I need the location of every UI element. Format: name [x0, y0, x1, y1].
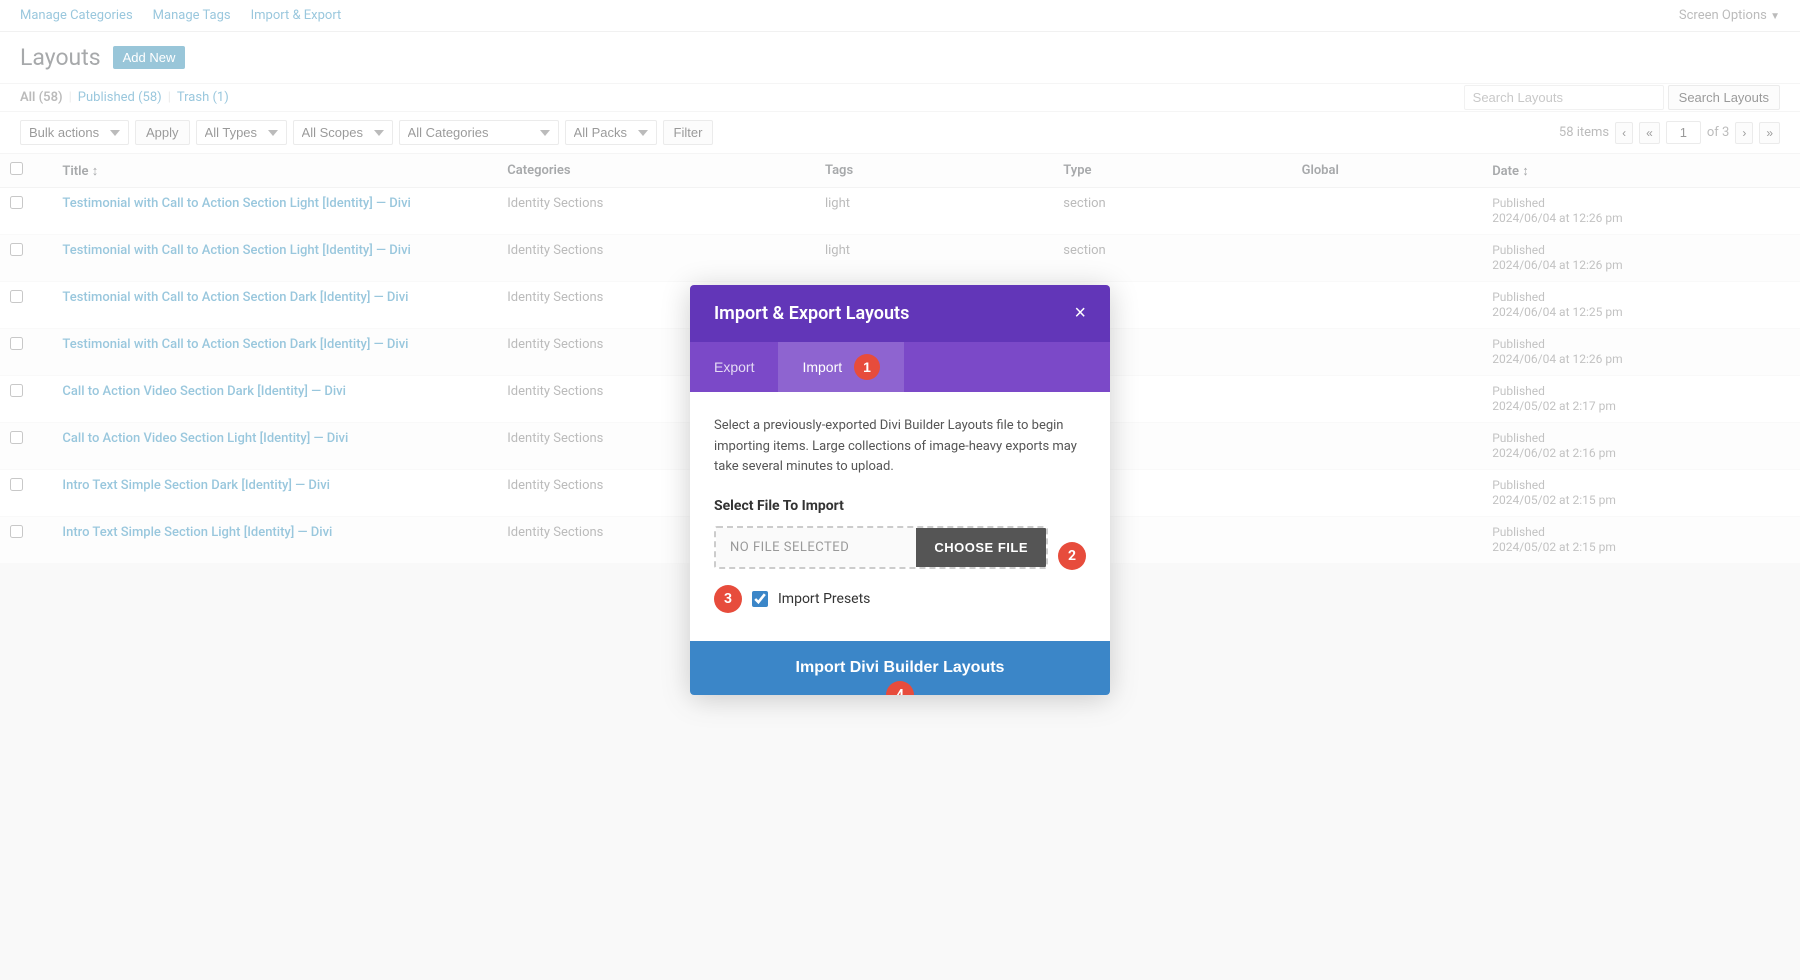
modal-header: Import & Export Layouts ×	[690, 285, 1110, 342]
modal-body: Select a previously-exported Divi Builde…	[690, 392, 1110, 641]
import-presets-label: Import Presets	[778, 591, 870, 607]
step-3-badge: 3	[714, 585, 742, 613]
tab-import[interactable]: Import 1	[778, 342, 904, 392]
select-file-label: Select File To Import	[714, 498, 1086, 514]
import-presets-checkbox[interactable]	[752, 591, 768, 607]
step-2-badge: 2	[1058, 542, 1086, 570]
modal-footer: Import Divi Builder Layouts 4	[690, 641, 1110, 695]
modal-description: Select a previously-exported Divi Builde…	[714, 416, 1086, 478]
import-presets-row: 3 Import Presets	[714, 585, 1086, 613]
modal-close-button[interactable]: ×	[1074, 303, 1086, 323]
modal-tabs: Export Import 1	[690, 342, 1110, 392]
import-export-modal: Import & Export Layouts × Export Import …	[690, 285, 1110, 695]
modal-title: Import & Export Layouts	[714, 303, 909, 324]
choose-file-button[interactable]: CHOOSE FILE	[916, 528, 1046, 567]
file-placeholder: NO FILE SELECTED	[716, 528, 916, 567]
tab-import-badge: 1	[854, 354, 880, 380]
file-input-row: NO FILE SELECTED CHOOSE FILE	[714, 526, 1048, 569]
tab-export[interactable]: Export	[690, 342, 778, 392]
modal-overlay: Import & Export Layouts × Export Import …	[0, 0, 1800, 980]
